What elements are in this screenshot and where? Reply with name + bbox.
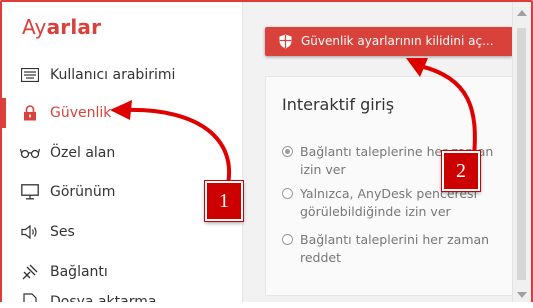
scrollbar-thumb[interactable] [517,28,526,280]
unlock-button-label: Güvenlik ayarlarının kilidini aç... [301,34,494,48]
sidebar-item-privacy[interactable]: Özel alan [2,135,242,171]
glasses-icon [20,143,40,163]
radio-button[interactable] [282,188,293,199]
radio-option-label: Bağlantı taleplerini her zaman reddet [300,232,490,265]
sidebar-item-label: Bağlantı [50,264,108,280]
speaker-icon [20,222,40,242]
sidebar-item-label: Kullanıcı arabirimi [50,67,176,83]
scroll-down-arrow-icon[interactable] [517,292,527,298]
sidebar-item-label: Güvenlik [50,105,112,121]
vertical-scrollbar[interactable] [512,2,531,306]
keyboard-icon [20,65,40,85]
radio-button[interactable] [282,234,293,245]
radio-button[interactable] [282,146,293,157]
unlock-security-settings-button[interactable]: Güvenlik ayarlarının kilidini aç... [265,27,513,56]
connection-icon [20,262,40,282]
monitor-icon [20,182,40,202]
scroll-up-arrow-icon[interactable] [517,10,527,16]
sidebar-item-security[interactable]: Güvenlik [2,95,242,131]
sidebar-item-label: Görünüm [50,184,116,200]
sidebar-item-label: Özel alan [50,145,116,161]
settings-content: Güvenlik ayarlarının kilidini aç... Inte… [243,2,531,306]
lock-icon [20,103,40,123]
shield-icon [279,34,292,53]
annotation-badge-2: 2 [442,151,480,191]
panel-title: Interaktif giriş [282,95,395,114]
annotation-badge-1: 1 [205,181,243,221]
sidebar-item-label: Ses [50,224,75,240]
settings-sidebar: Ayarlar Kullanıcı arabirimi Güvenlik Öze… [2,2,243,306]
sidebar-title: Ayarlar [22,15,102,39]
sidebar-item-user-interface[interactable]: Kullanıcı arabirimi [2,57,242,93]
bottom-edge [0,302,533,308]
